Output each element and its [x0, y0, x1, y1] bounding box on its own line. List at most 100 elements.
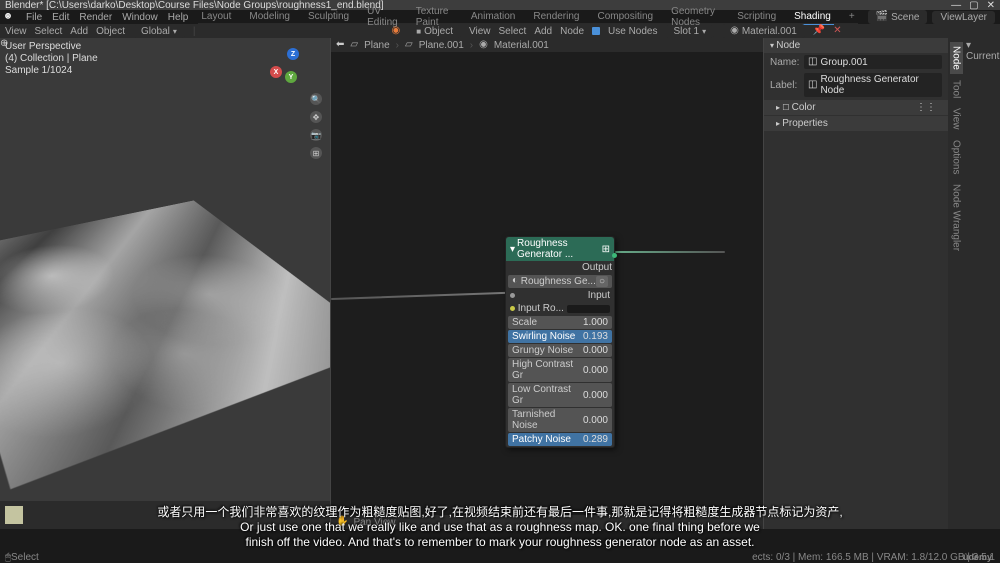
material-crumb-icon: ◉ — [479, 39, 488, 51]
plane-icon2: ▱ — [405, 39, 413, 51]
color-section[interactable]: ▸ ☐ Color⋮⋮ — [764, 100, 948, 115]
subtitle-cn: 或者只用一个我们非常喜欢的纹理作为粗糙度贴图,好了,在视频结束前还有最后一件事,… — [0, 503, 1000, 520]
ts-add1[interactable]: Add — [70, 26, 88, 37]
ne-add[interactable]: Add — [534, 26, 552, 37]
preview-dropdown[interactable]: ◐ Roughness Ge...○ — [508, 275, 612, 288]
vtab-tool[interactable]: Tool — [950, 76, 963, 102]
vtab-view[interactable]: View — [950, 104, 963, 134]
grid-icon[interactable]: ⊞ — [310, 147, 322, 159]
material-name: Material.001 — [742, 26, 797, 37]
label-value: Roughness Generator Node — [820, 74, 938, 96]
camera-icon[interactable]: 📷 — [310, 129, 322, 141]
ne-object-mode[interactable]: ■ Object — [408, 25, 461, 38]
ts-select[interactable]: Select — [35, 26, 63, 37]
menu-help[interactable]: Help — [168, 12, 189, 23]
tab-scripting[interactable]: Scripting — [734, 9, 779, 24]
crumb-plane[interactable]: Plane — [364, 40, 390, 51]
node-param-patchy-noise[interactable]: Patchy Noise0.289 — [508, 433, 612, 446]
minimize-icon[interactable]: — — [951, 0, 961, 11]
tab-add[interactable]: + — [846, 9, 858, 24]
tab-animation[interactable]: Animation — [468, 9, 518, 24]
slot-selector[interactable]: Slot 1 ▾ — [665, 25, 714, 38]
node-wire-input — [331, 292, 511, 300]
node-editor[interactable]: ⬅ ▱ Plane › ▱ Plane.001 › ◉ Material.001… — [330, 38, 764, 529]
material-icon: ◉ — [730, 25, 739, 37]
node-param-high-contrast-gr[interactable]: High Contrast Gr0.000 — [508, 358, 612, 382]
tab-compositing[interactable]: Compositing — [595, 9, 657, 24]
ne-node[interactable]: Node — [560, 26, 584, 37]
x-icon[interactable]: ✕ — [833, 25, 841, 37]
viewlayer-selector[interactable]: ViewLayer — [932, 11, 995, 24]
tab-sculpting[interactable]: Sculpting — [305, 9, 352, 24]
menu-file[interactable]: File — [26, 12, 42, 23]
use-nodes-label: Use Nodes — [608, 26, 657, 37]
axis-z[interactable]: Z — [287, 48, 299, 60]
outliner-current[interactable]: ▾ Current — [966, 40, 999, 62]
move-icon[interactable]: ✥ — [310, 111, 322, 123]
node-panel-header[interactable]: ▾ Node — [764, 38, 948, 53]
tab-shading[interactable]: Shading — [791, 9, 834, 25]
zoom-icon[interactable]: 🔍 — [310, 93, 322, 105]
input-ro-label: Input Ro... — [518, 303, 564, 314]
ne-view[interactable]: View — [469, 26, 491, 37]
ts-object[interactable]: Object — [96, 26, 125, 37]
nav-gizmo[interactable]: Z X Y — [275, 56, 305, 86]
name-input[interactable]: ◫Group.001 — [804, 55, 942, 69]
use-nodes-check[interactable] — [592, 27, 600, 35]
node-param-low-contrast-gr[interactable]: Low Contrast Gr0.000 — [508, 383, 612, 407]
node-param-scale[interactable]: Scale1.000 — [508, 316, 612, 329]
scene-selector[interactable]: 🎬Scene — [868, 10, 928, 24]
roughness-generator-node[interactable]: ▾Roughness Generator ...⊞ Output ◐ Rough… — [505, 236, 615, 448]
orientation-selector[interactable]: Global ▾ — [133, 25, 185, 38]
nav-back-icon[interactable]: ⬅ — [336, 39, 344, 51]
plane-icon: ▱ — [350, 39, 358, 51]
viewport-plane[interactable] — [0, 200, 330, 489]
node-param-tarnished-noise[interactable]: Tarnished Noise0.000 — [508, 408, 612, 432]
axis-y[interactable]: Y — [285, 71, 297, 83]
editor-type-icon[interactable]: ◉ — [392, 25, 401, 37]
menu-window[interactable]: Window — [122, 12, 158, 23]
viewlayer-name: ViewLayer — [940, 12, 987, 23]
vp-sample: Sample 1/1024 — [5, 65, 98, 77]
pin-icon[interactable]: 📌 — [813, 25, 825, 37]
sphere-icon: ◐ — [512, 276, 518, 287]
properties-section[interactable]: ▸ Properties — [764, 116, 948, 131]
vtab-options[interactable]: Options — [950, 136, 963, 178]
vtab-node[interactable]: Node — [950, 42, 963, 74]
vtab-nodewrangler[interactable]: Node Wrangler — [950, 180, 963, 255]
name-label: Name: — [770, 57, 800, 68]
node-title[interactable]: ▾Roughness Generator ...⊞ — [506, 237, 614, 261]
tab-modeling[interactable]: Modeling — [246, 9, 293, 24]
node-param-grungy-noise[interactable]: Grungy Noise0.000 — [508, 344, 612, 357]
crumb-sep2: › — [470, 40, 473, 51]
close-icon[interactable]: ✕ — [987, 0, 995, 11]
crumb-plane001[interactable]: Plane.001 — [419, 40, 464, 51]
menu-render[interactable]: Render — [79, 12, 112, 23]
subtitle-en2: finish off the video. And that's to reme… — [0, 535, 1000, 549]
scene-icon: 🎬 — [876, 11, 888, 23]
node-param-swirling-noise[interactable]: Swirling Noise0.193 — [508, 330, 612, 343]
ne-select[interactable]: Select — [499, 26, 527, 37]
menu-edit[interactable]: Edit — [52, 12, 69, 23]
crumb-sep: › — [396, 40, 399, 51]
vp-collection: (4) Collection | Plane — [5, 53, 98, 65]
tab-rendering[interactable]: Rendering — [530, 9, 582, 24]
separator: | — [193, 26, 196, 37]
label-input[interactable]: ◫Roughness Generator Node — [804, 73, 942, 97]
material-selector[interactable]: ◉ Material.001 — [722, 24, 805, 38]
maximize-icon[interactable]: ▢ — [969, 0, 978, 11]
output-socket[interactable] — [612, 253, 617, 258]
node-title-text: Roughness Generator ... — [517, 238, 602, 260]
ts-view[interactable]: View — [5, 26, 27, 37]
orientation-label: Global — [141, 26, 170, 37]
ne-object-mode-label: Object — [424, 26, 453, 37]
output-label: Output — [506, 261, 614, 274]
axis-x[interactable]: X — [270, 66, 282, 78]
input-ro-field[interactable]: Input Ro... — [506, 302, 614, 315]
scene-name: Scene — [891, 12, 919, 23]
nodegroup-icon: ◫ — [808, 56, 817, 68]
crumb-material[interactable]: Material.001 — [494, 40, 549, 51]
input-label: Input — [506, 289, 614, 302]
tab-layout[interactable]: Layout — [198, 9, 234, 24]
nodegroup-icon2: ◫ — [808, 79, 817, 91]
